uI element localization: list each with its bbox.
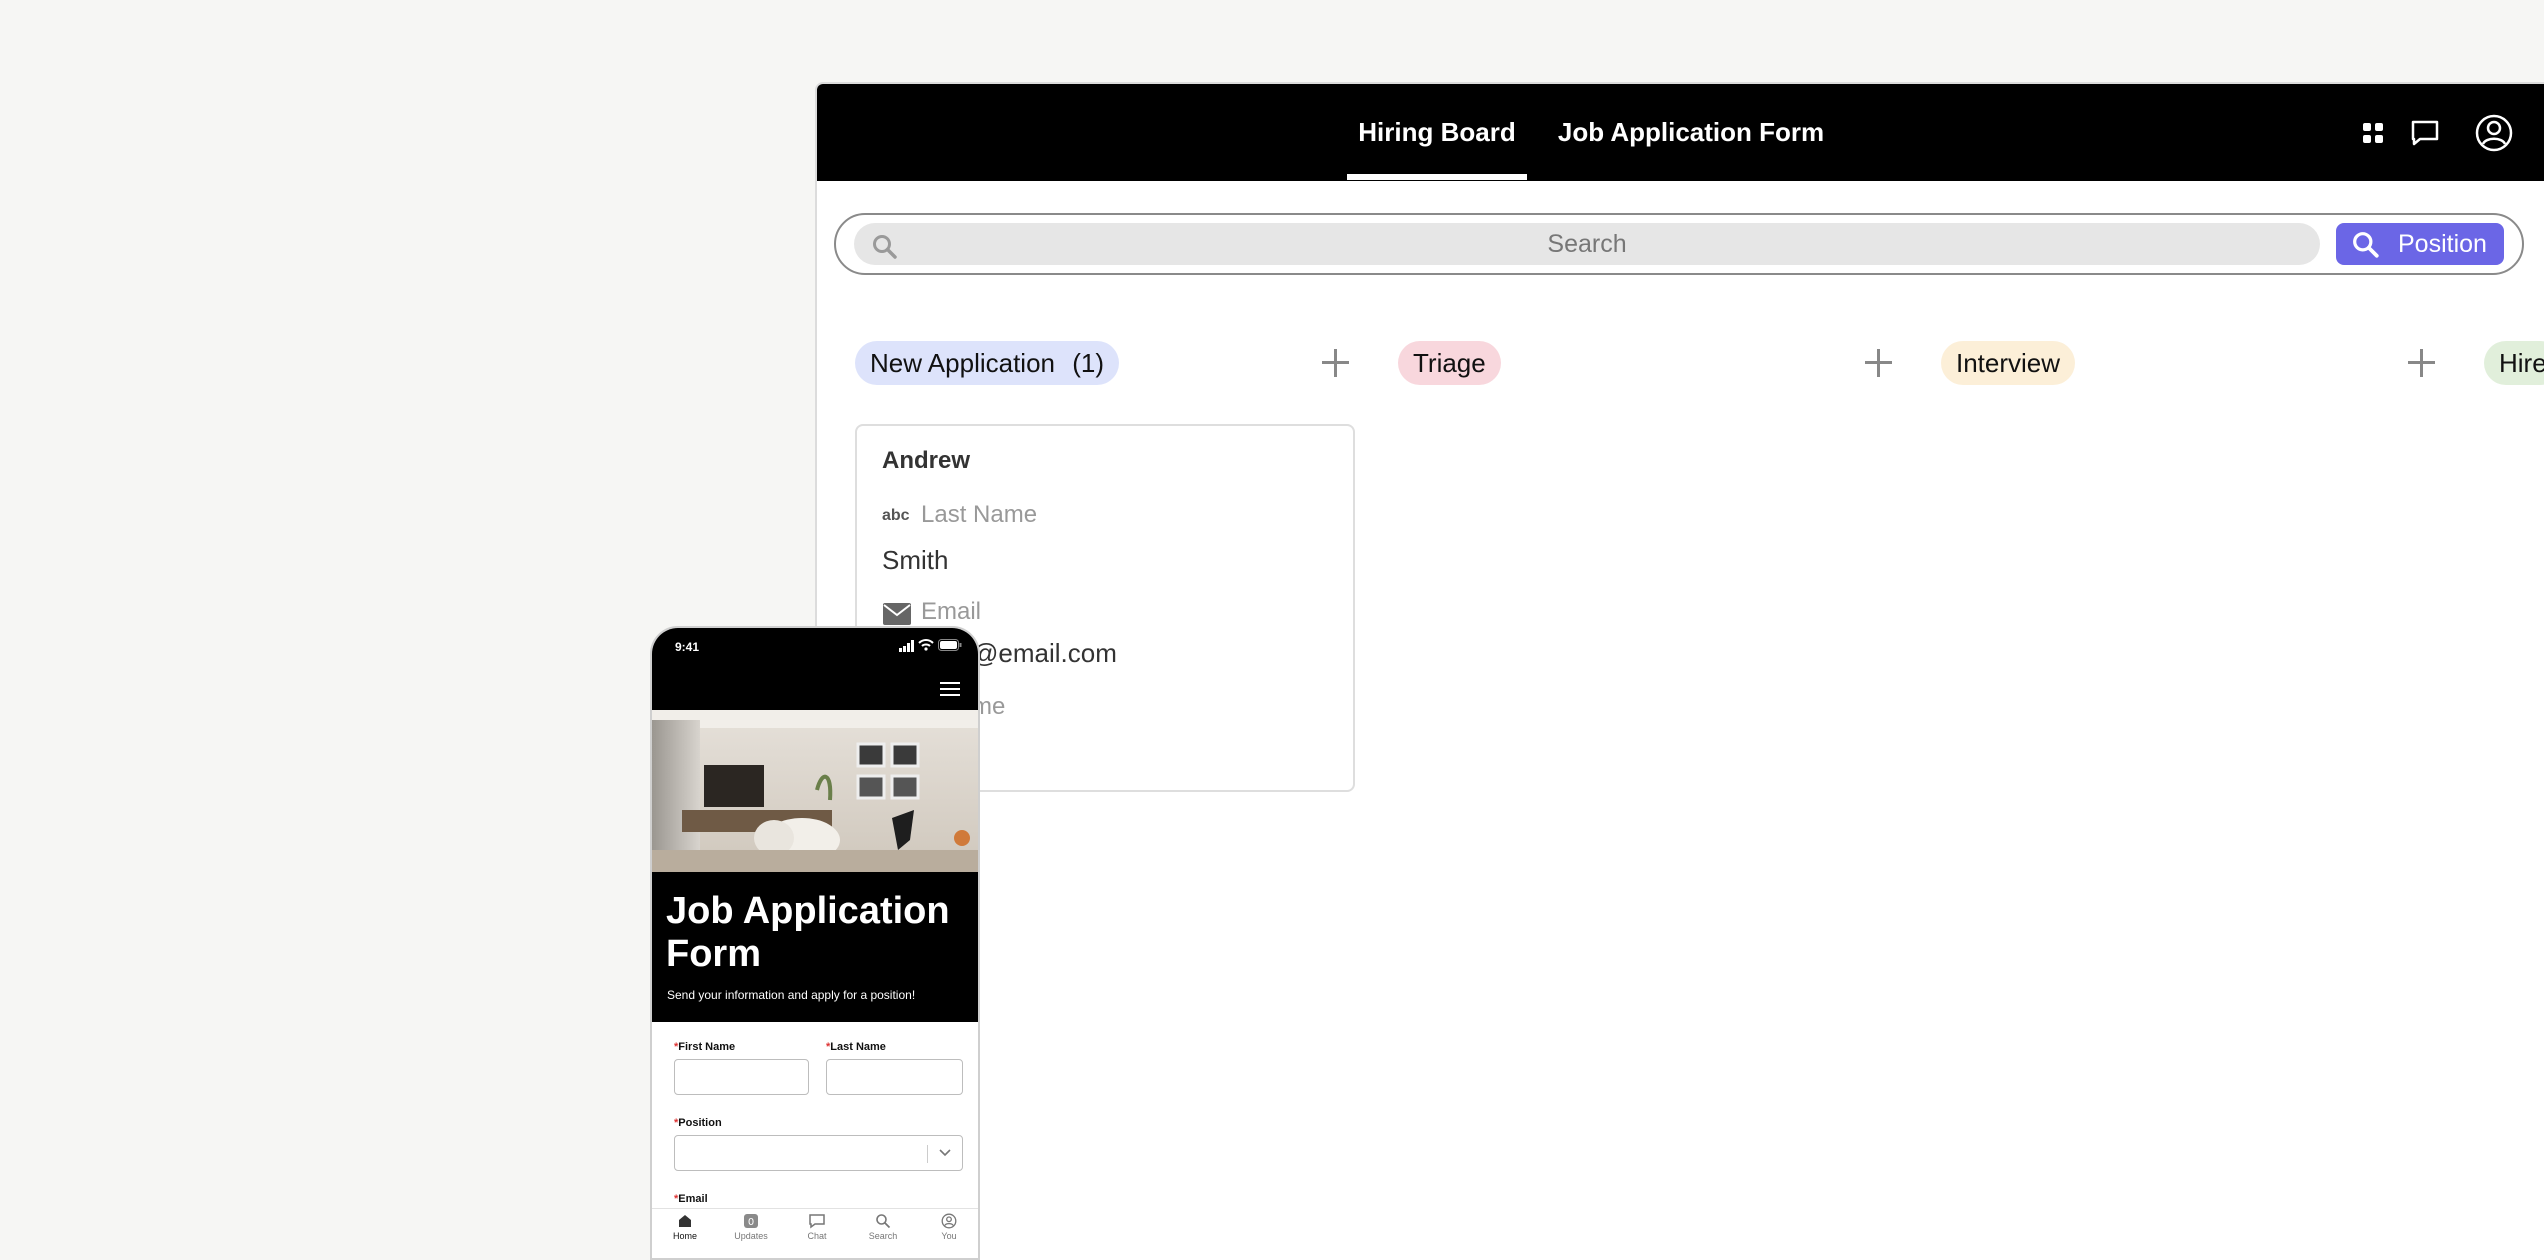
add-card-new-application-button[interactable] (1317, 341, 1353, 385)
search-icon (872, 231, 898, 273)
last-name-label: *Last Name (826, 1041, 886, 1053)
card-email-label: Email (921, 598, 982, 625)
user-circle-icon[interactable] (2474, 113, 2514, 153)
column-new-application: New Application (1) (855, 341, 1375, 385)
updates-badge-icon: 0 (744, 1214, 758, 1228)
add-card-interview-button[interactable] (2403, 341, 2439, 385)
tabbar-chat[interactable]: Chat (784, 1213, 850, 1241)
card-last-name-value: Smith (882, 545, 949, 575)
svg-text:0: 0 (748, 1217, 754, 1228)
search-icon (876, 1214, 891, 1229)
chat-icon[interactable] (2405, 113, 2445, 153)
mobile-preview: 9:41 Job Application Form Send your info… (650, 626, 980, 1260)
mobile-status-bar: 9:41 (652, 628, 978, 710)
column-label-interview[interactable]: Interview (1941, 341, 2076, 385)
user-circle-icon (941, 1213, 957, 1229)
column-interview: Interview (1941, 341, 2461, 385)
column-triage: Triage (1398, 341, 1918, 385)
form-subtitle: Send your information and apply for a po… (667, 988, 916, 1002)
column-hire: Hire (2484, 341, 2544, 385)
first-name-label: *First Name (674, 1041, 736, 1053)
desktop-window: Hiring Board Job Application Form Search… (815, 82, 2544, 1260)
card-first-name: Andrew (882, 447, 971, 474)
tab-job-application-form[interactable]: Job Application Form (1541, 84, 1841, 181)
card-last-name-label: Last Name (921, 501, 1038, 528)
wifi-icon (918, 638, 934, 656)
last-name-input[interactable] (826, 1059, 963, 1095)
active-tab-indicator (1347, 174, 1527, 180)
battery-icon (938, 638, 962, 656)
position-filter-label: Position (2398, 230, 2487, 258)
email-label: *Email (674, 1193, 708, 1205)
tabbar-you[interactable]: You (916, 1213, 978, 1241)
apps-grid-icon[interactable] (2353, 113, 2393, 153)
position-select[interactable] (674, 1135, 963, 1171)
text-field-icon: abc (882, 507, 910, 524)
search-bar: Search Position (834, 213, 2524, 275)
chevron-down-icon (938, 1145, 952, 1164)
status-time: 9:41 (675, 640, 700, 654)
signal-icon (899, 639, 915, 657)
top-nav-bar: Hiring Board Job Application Form (817, 84, 2544, 181)
position-label: *Position (674, 1117, 722, 1129)
search-input[interactable]: Search (854, 223, 2320, 265)
column-label-hire[interactable]: Hire (2484, 341, 2544, 385)
hamburger-menu-icon[interactable] (940, 682, 960, 696)
column-label-new-application[interactable]: New Application (1) (855, 341, 1120, 385)
tab-hiring-board[interactable]: Hiring Board (1347, 84, 1527, 181)
tabbar-updates[interactable]: 0 Updates (718, 1213, 784, 1241)
tabbar-home[interactable]: Home (652, 1213, 718, 1241)
hero-room-image (652, 710, 978, 872)
column-label-triage[interactable]: Triage (1398, 341, 1501, 385)
card-email-value: @email.com (972, 638, 1117, 668)
mobile-tab-bar: Home 0 Updates Chat Search You (652, 1208, 978, 1258)
chat-icon (809, 1214, 825, 1229)
form-title: Job Application Form (666, 890, 950, 975)
tabbar-search[interactable]: Search (850, 1213, 916, 1241)
home-icon (679, 1215, 691, 1227)
form-header: Job Application Form Send your informati… (652, 872, 978, 1022)
position-filter-button[interactable]: Position (2336, 223, 2504, 265)
search-placeholder: Search (1547, 230, 1627, 258)
first-name-input[interactable] (674, 1059, 809, 1095)
search-icon (2352, 230, 2380, 272)
add-card-triage-button[interactable] (1860, 341, 1896, 385)
